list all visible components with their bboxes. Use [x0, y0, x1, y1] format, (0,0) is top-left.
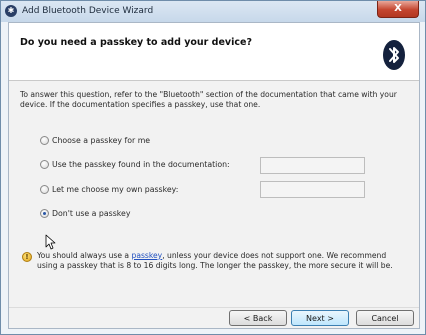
footer-divider — [9, 307, 419, 308]
option-label: Choose a passkey for me — [52, 136, 151, 145]
passkey-link[interactable]: passkey — [132, 251, 163, 260]
warning-shield-icon: ! — [22, 252, 32, 262]
own-passkey-field[interactable] — [260, 181, 365, 198]
option-label: Don't use a passkey — [52, 209, 131, 218]
radio-own-passkey[interactable] — [40, 185, 49, 194]
page-title: Do you need a passkey to add your device… — [20, 37, 252, 48]
warning-text-start: You should always use a — [37, 251, 132, 260]
radio-choose-passkey[interactable] — [40, 136, 49, 145]
wizard-window: ✱ Add Bluetooth Device Wizard X Do you n… — [0, 0, 426, 335]
title-bar: ✱ Add Bluetooth Device Wizard X — [1, 1, 425, 22]
instructions-text: To answer this question, refer to the "B… — [20, 90, 397, 109]
wizard-body: Do you need a passkey to add your device… — [8, 22, 420, 329]
cancel-button[interactable]: Cancel — [356, 310, 414, 326]
option-label: Use the passkey found in the documentati… — [52, 160, 230, 169]
warning-message: You should always use a passkey, unless … — [37, 251, 409, 271]
bluetooth-icon: ✱ — [5, 5, 17, 17]
option-label: Let me choose my own passkey: — [52, 185, 179, 194]
window-title: Add Bluetooth Device Wizard — [22, 6, 154, 16]
next-button[interactable]: Next > — [291, 310, 349, 326]
mouse-cursor-icon — [45, 234, 56, 250]
wizard-header: Do you need a passkey to add your device… — [9, 23, 419, 81]
bluetooth-icon — [383, 40, 405, 70]
back-button[interactable]: < Back — [229, 310, 287, 326]
close-button[interactable]: X — [377, 1, 419, 18]
radio-no-passkey[interactable] — [40, 209, 49, 218]
documentation-passkey-field[interactable] — [260, 157, 365, 174]
radio-documentation-passkey[interactable] — [40, 160, 49, 169]
